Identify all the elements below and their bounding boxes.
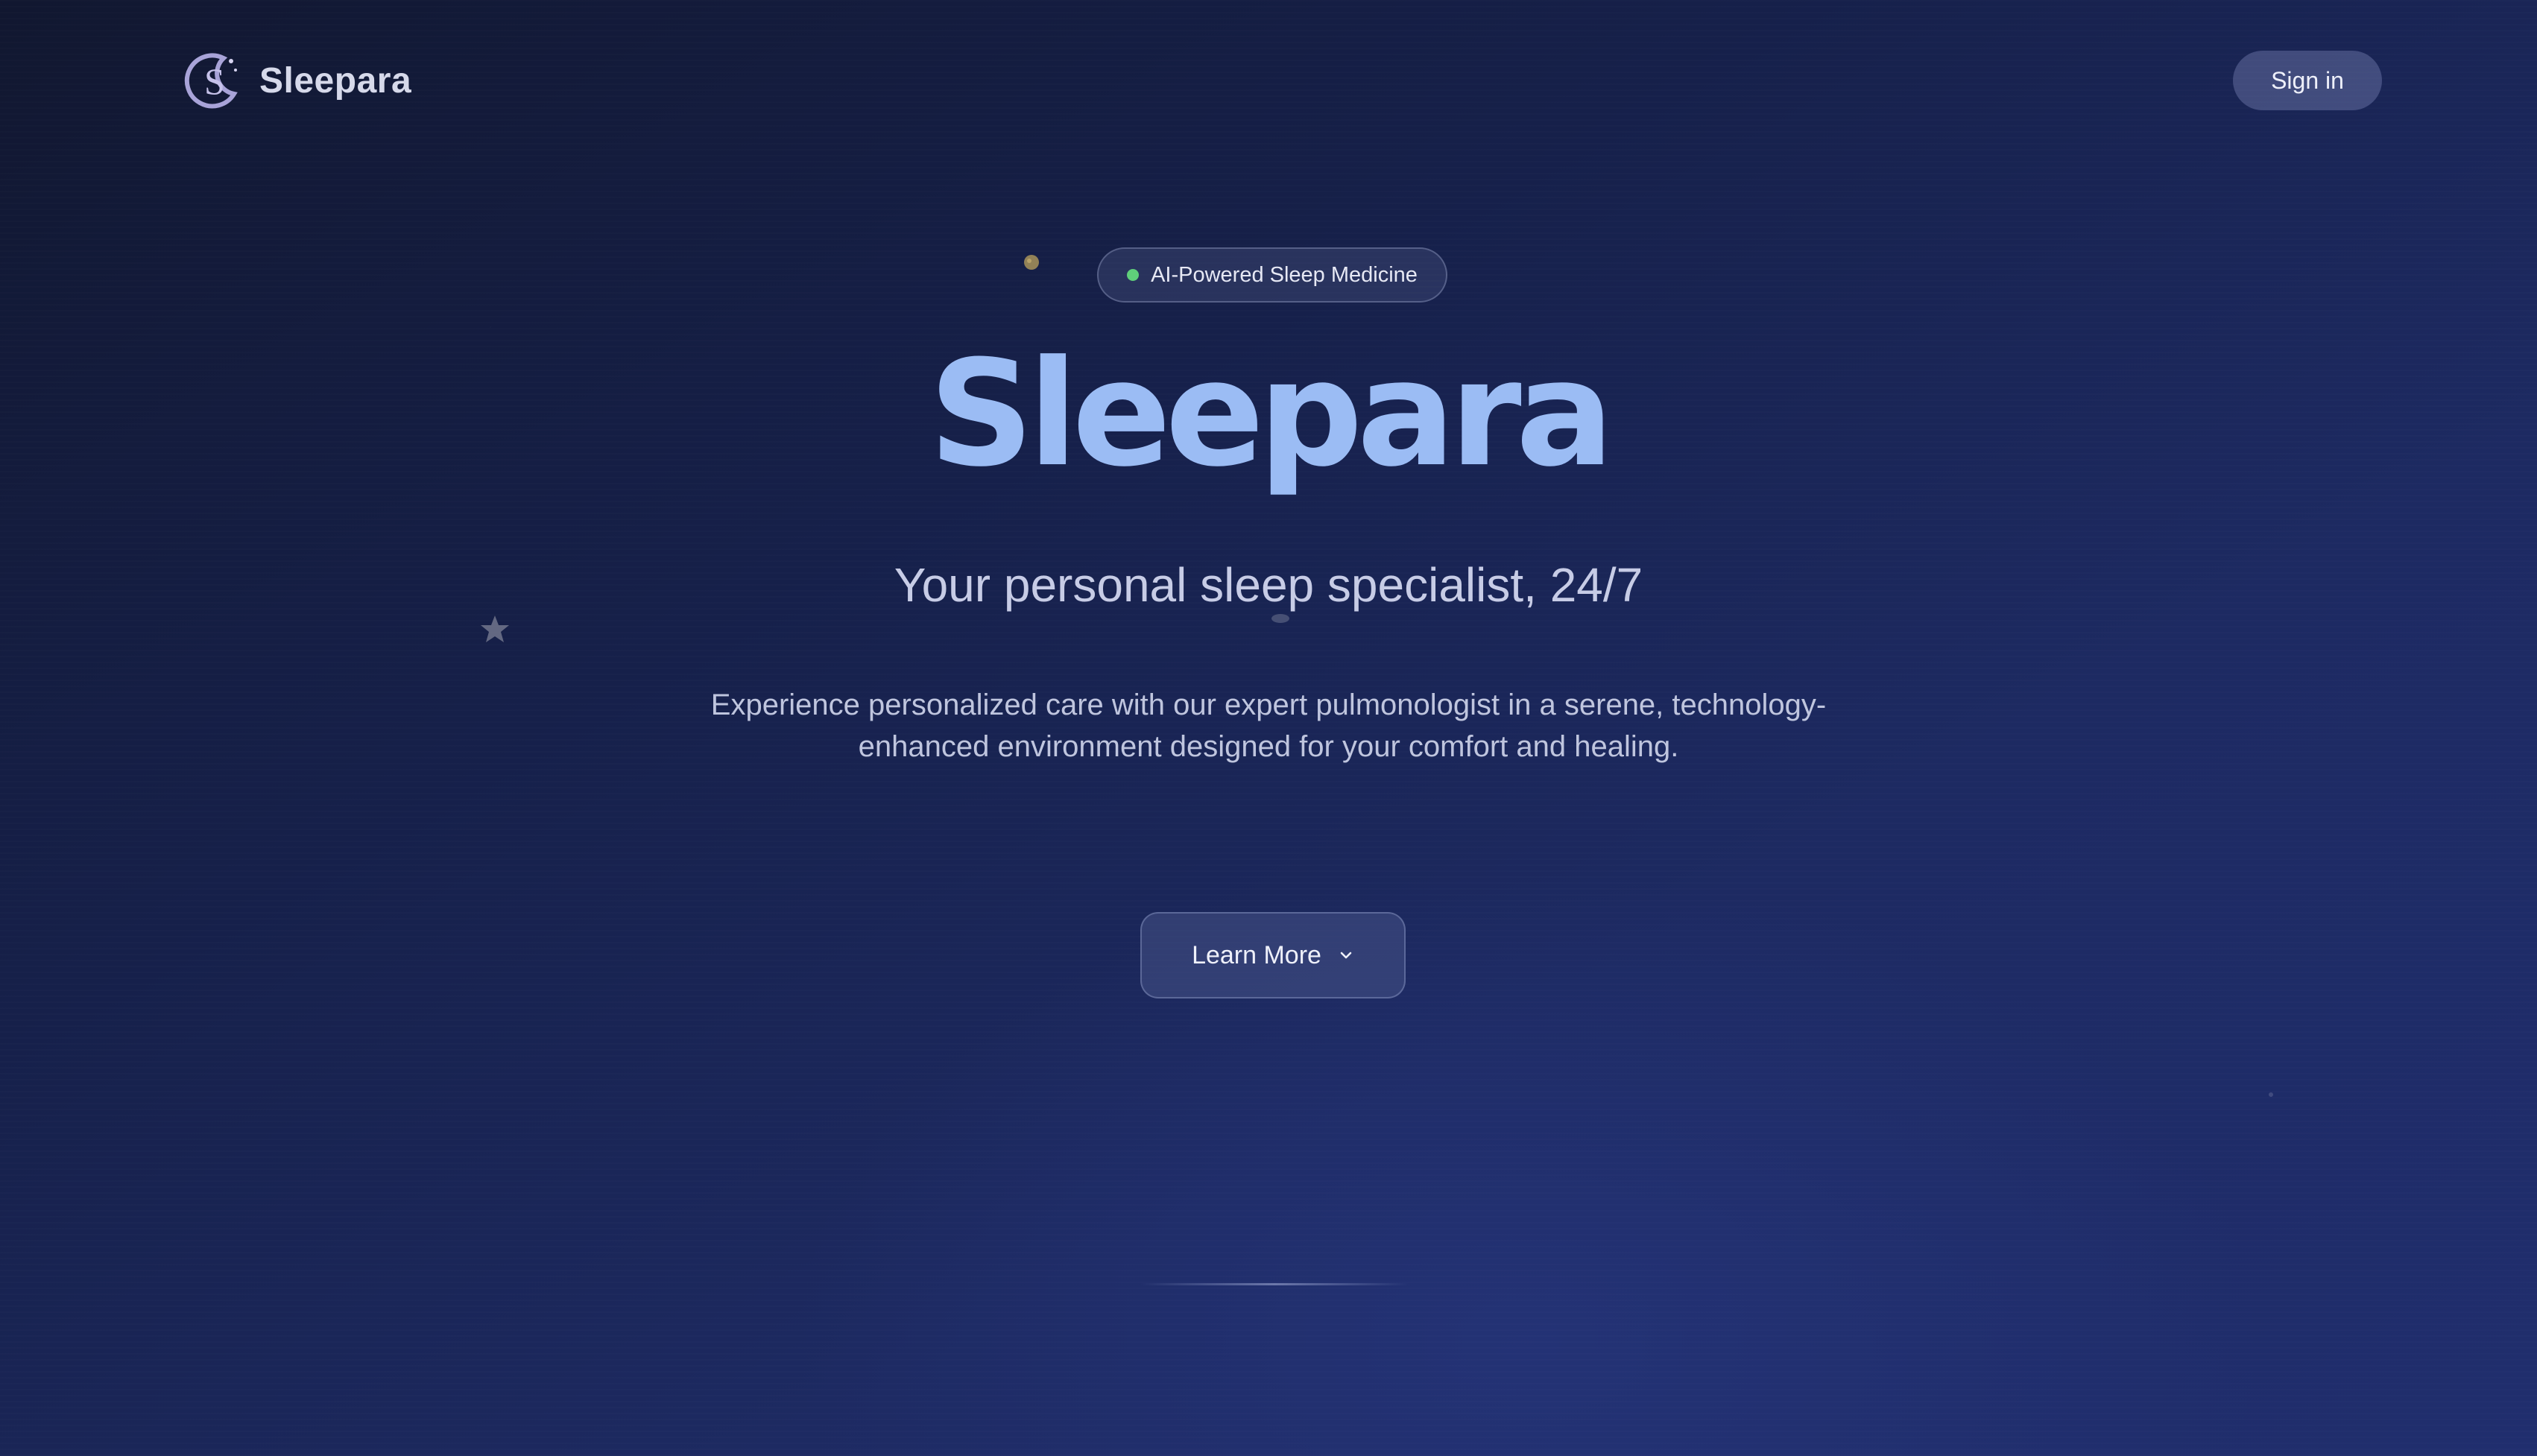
hero-subtitle: Your personal sleep specialist, 24/7 bbox=[894, 558, 1643, 612]
cloud-icon bbox=[1271, 614, 1289, 623]
status-dot-icon bbox=[1127, 269, 1140, 281]
hero-title: Sleepara bbox=[929, 329, 1614, 499]
badge-text: AI-Powered Sleep Medicine bbox=[1151, 262, 1418, 287]
brand-home-link[interactable]: S Sleepara bbox=[182, 48, 411, 113]
moon-s-logo-icon: S bbox=[184, 53, 238, 109]
chevron-down-icon bbox=[1340, 952, 1352, 959]
brand-name: Sleepara bbox=[259, 60, 412, 101]
star-icon bbox=[481, 615, 509, 642]
sign-in-button[interactable]: Sign in bbox=[2233, 51, 2382, 110]
crescent-moon-icon bbox=[483, 311, 493, 331]
feature-badge: AI-Powered Sleep Medicine bbox=[1097, 247, 1447, 303]
svg-text:S: S bbox=[204, 60, 225, 102]
top-navigation: S Sleepara Sign in bbox=[0, 0, 2537, 161]
hero-description: Experience personalized care with our ex… bbox=[710, 689, 1827, 763]
crescent-moon-icon bbox=[1908, 188, 1927, 206]
section-divider bbox=[1140, 1283, 1409, 1285]
sparkle-icon bbox=[2269, 1092, 2273, 1097]
planet-icon bbox=[1024, 255, 1039, 270]
learn-more-label: Learn More bbox=[1192, 940, 1321, 969]
learn-more-button[interactable]: Learn More bbox=[1140, 912, 1406, 998]
